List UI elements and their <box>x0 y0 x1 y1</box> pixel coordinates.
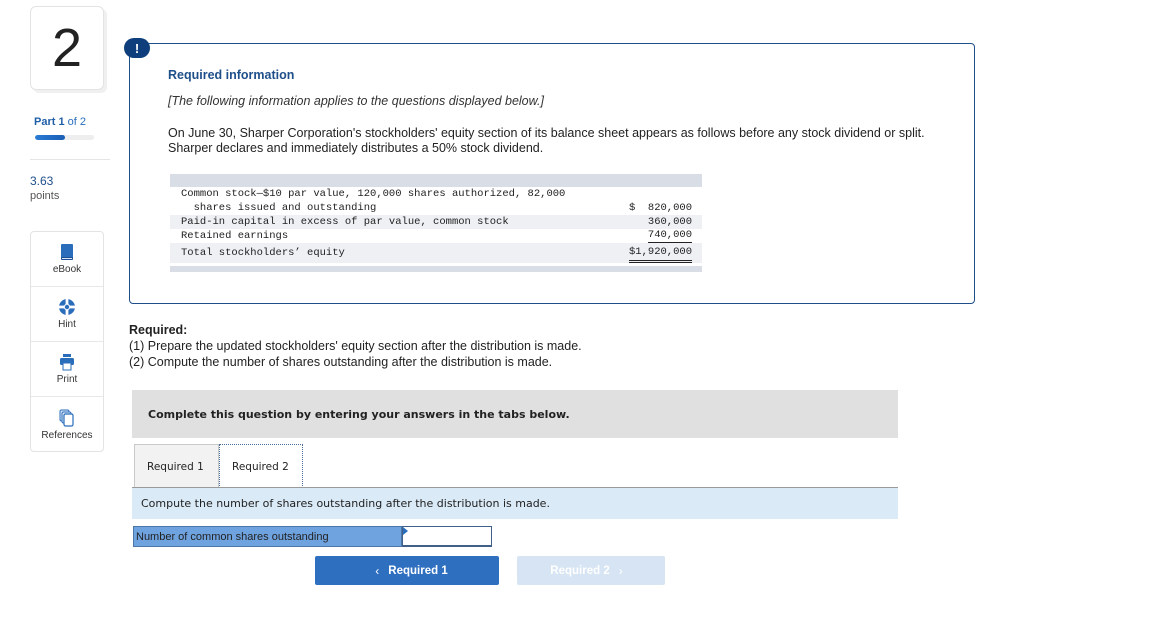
chevron-right-icon: › <box>618 563 623 578</box>
row-amount: $1,920,000 <box>628 244 692 263</box>
required-item: (2) Compute the number of shares outstan… <box>129 355 553 369</box>
input-marker-icon <box>403 527 408 535</box>
ebook-button[interactable]: eBook <box>31 232 103 287</box>
hint-button[interactable]: Hint <box>31 287 103 342</box>
table-footer-band <box>170 266 702 272</box>
chevron-left-icon: ‹ <box>375 563 380 578</box>
row-label: Retained earnings <box>181 230 289 242</box>
ebook-label: eBook <box>52 264 82 275</box>
required-information-body: On June 30, Sharper Corporation's stockh… <box>168 126 925 155</box>
rail-divider <box>30 159 110 160</box>
print-button[interactable]: Print <box>31 342 103 397</box>
row-label: Total stockholders’ equity <box>181 247 345 259</box>
references-label: References <box>41 429 93 441</box>
row-amount: 740,000 <box>647 229 692 243</box>
lifebuoy-icon <box>59 299 75 315</box>
row-label: Common stock—$10 par value, 120,000 shar… <box>181 188 566 200</box>
printer-icon <box>60 354 74 371</box>
documents-icon <box>59 409 74 427</box>
tools-panel: eBook Hint Print References <box>30 231 104 452</box>
alert-icon: ! <box>124 38 150 58</box>
row-label: Paid-in capital in excess of par value, … <box>181 216 509 228</box>
required-information-subtitle: [The following information applies to th… <box>168 94 544 108</box>
shares-outstanding-input[interactable] <box>402 526 492 547</box>
part-total: of 2 <box>67 116 87 128</box>
required-title: Required: <box>129 323 188 337</box>
required-information-title: Required information <box>168 68 295 82</box>
question-number: 2 <box>51 18 83 78</box>
stockholders-equity-table: Common stock—$10 par value, 120,000 shar… <box>170 174 702 272</box>
answer-input-wrap <box>402 526 492 547</box>
tab-prompt: Compute the number of shares outstanding… <box>132 488 898 519</box>
hint-label: Hint <box>58 319 76 330</box>
row-amount: 360,000 <box>647 216 692 228</box>
instructions-banner: Complete this question by entering your … <box>132 390 898 438</box>
points-value: 3.63 <box>30 174 54 188</box>
table-row-total: Total stockholders’ equity $1,920,000 <box>170 243 702 263</box>
part-progress-bar <box>35 135 94 140</box>
table-row: shares issued and outstanding $ 820,000 <box>170 201 702 215</box>
part-prefix: Part <box>34 116 56 128</box>
part-indicator: Part 1 of 2 <box>34 116 86 128</box>
table-row: Common stock—$10 par value, 120,000 shar… <box>170 187 702 201</box>
print-label: Print <box>56 374 78 385</box>
previous-required-1-button[interactable]: ‹ Required 1 <box>315 556 499 585</box>
part-current: 1 <box>58 116 65 128</box>
row-label: shares issued and outstanding <box>181 202 377 214</box>
answer-tabs: Required 1 Required 2 <box>134 444 303 488</box>
references-button[interactable]: References <box>31 397 103 452</box>
points-label: points <box>30 190 60 202</box>
table-header-band <box>170 174 702 187</box>
part-progress-fill <box>35 135 65 140</box>
next-required-2-button[interactable]: Required 2 › <box>517 556 665 585</box>
table-row: Paid-in capital in excess of par value, … <box>170 215 702 229</box>
tab-required-1[interactable]: Required 1 <box>134 444 219 488</box>
next-button-label: Required 2 <box>550 564 610 577</box>
table-row: Retained earnings 740,000 <box>170 229 702 243</box>
question-number-card: 2 <box>30 6 104 90</box>
required-item: (1) Prepare the updated stockholders' eq… <box>129 339 582 353</box>
shares-outstanding-label: Number of common shares outstanding <box>133 526 402 547</box>
tab-required-2[interactable]: Required 2 <box>219 444 303 488</box>
prev-button-label: Required 1 <box>388 564 448 577</box>
answer-row: Number of common shares outstanding <box>133 526 492 547</box>
row-amount: $ 820,000 <box>628 202 692 214</box>
book-icon <box>61 244 73 260</box>
